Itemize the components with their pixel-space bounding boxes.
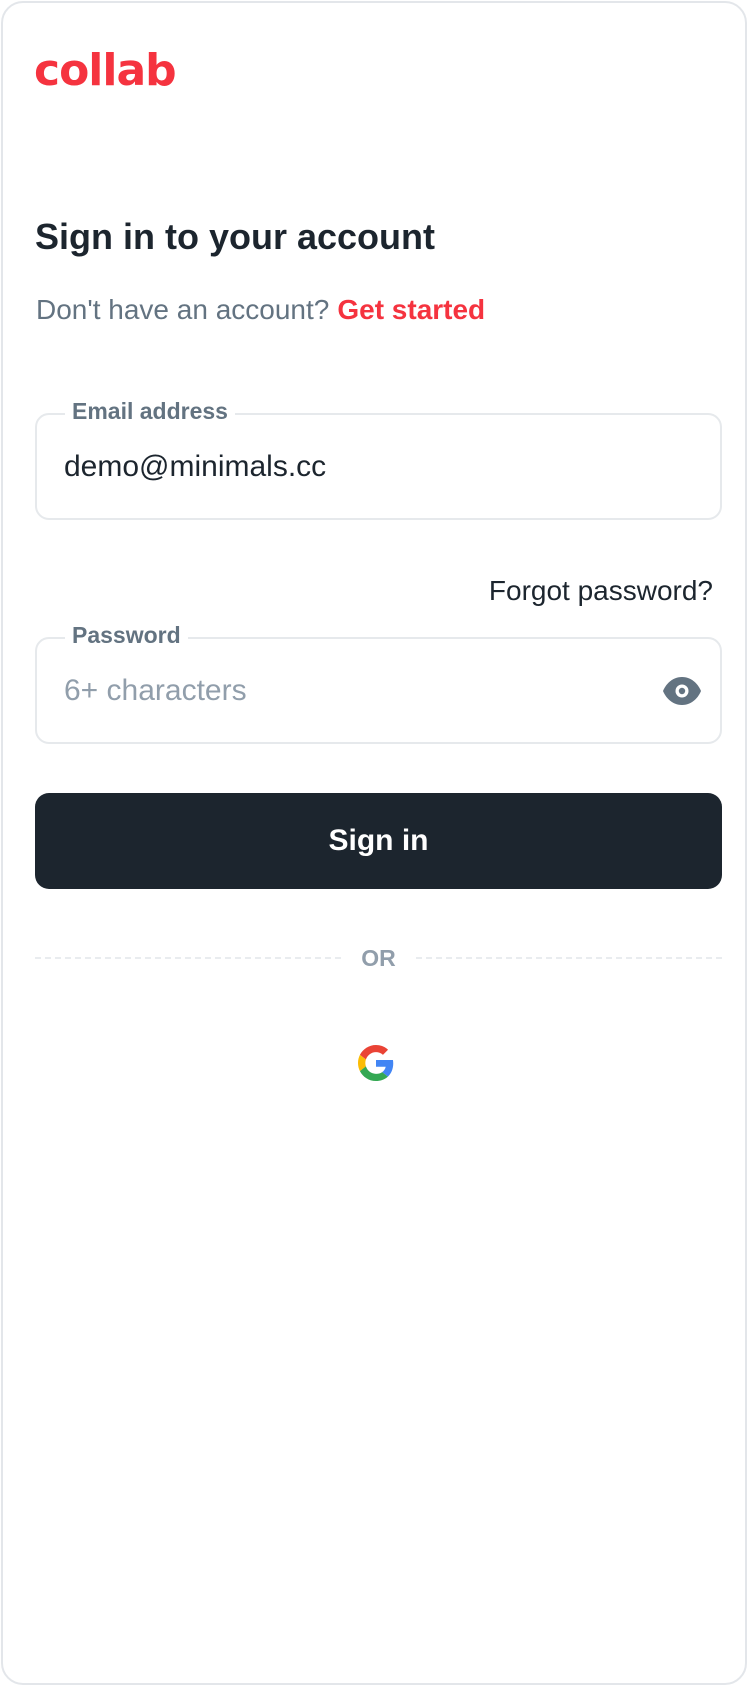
divider-line-left (35, 957, 341, 959)
divider-or-text: OR (361, 945, 396, 971)
email-input[interactable]: demo@minimals.cc (64, 449, 326, 485)
password-field-label: Password (65, 620, 188, 650)
page-title: Sign in to your account (35, 216, 436, 257)
toggle-password-visibility-button[interactable] (662, 671, 702, 711)
signup-prompt-row: Don't have an account? Get started (36, 294, 485, 326)
forgot-password-link[interactable]: Forgot password? (489, 575, 713, 607)
password-field[interactable]: Password 6+ characters (35, 620, 722, 744)
password-input[interactable]: 6+ characters (64, 673, 247, 709)
get-started-link[interactable]: Get started (337, 294, 485, 325)
signup-prompt-text: Don't have an account? (36, 294, 330, 325)
sign-in-button[interactable]: Sign in (35, 793, 722, 889)
divider-line-right (416, 957, 722, 959)
sign-in-page: collab Sign in to your account Don't hav… (1, 1, 747, 1685)
google-icon (358, 1045, 394, 1081)
email-field-label: Email address (65, 396, 235, 426)
google-sign-in-button[interactable] (358, 1045, 398, 1085)
email-field[interactable]: Email address demo@minimals.cc (35, 396, 722, 520)
eye-icon (663, 677, 701, 705)
brand-logo[interactable]: collab (34, 45, 177, 97)
